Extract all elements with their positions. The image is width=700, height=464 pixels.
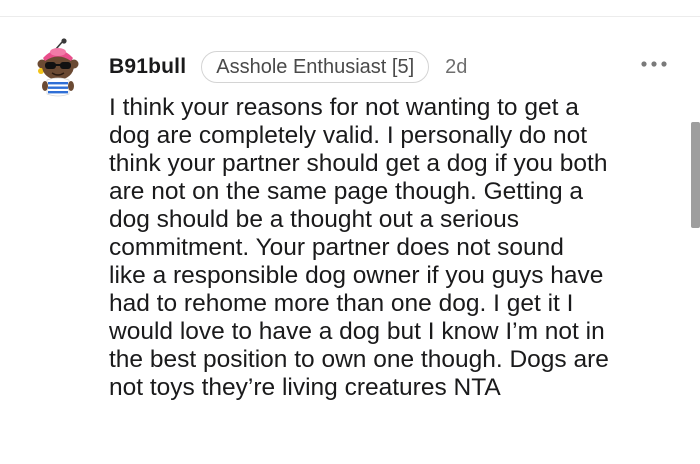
user-flair: Asshole Enthusiast [5] (201, 51, 430, 83)
comment: B91bull Asshole Enthusiast [5] 2d I thin… (0, 0, 700, 464)
comment-header: B91bull Asshole Enthusiast [5] 2d (109, 50, 467, 84)
timestamp: 2d (445, 55, 468, 78)
scrollbar-thumb[interactable] (691, 122, 700, 228)
comment-body: I think your reasons for not wanting to … (109, 94, 609, 401)
more-options-icon[interactable] (640, 54, 668, 74)
snoo-avatar-icon[interactable] (34, 38, 84, 100)
username[interactable]: B91bull (109, 55, 186, 79)
